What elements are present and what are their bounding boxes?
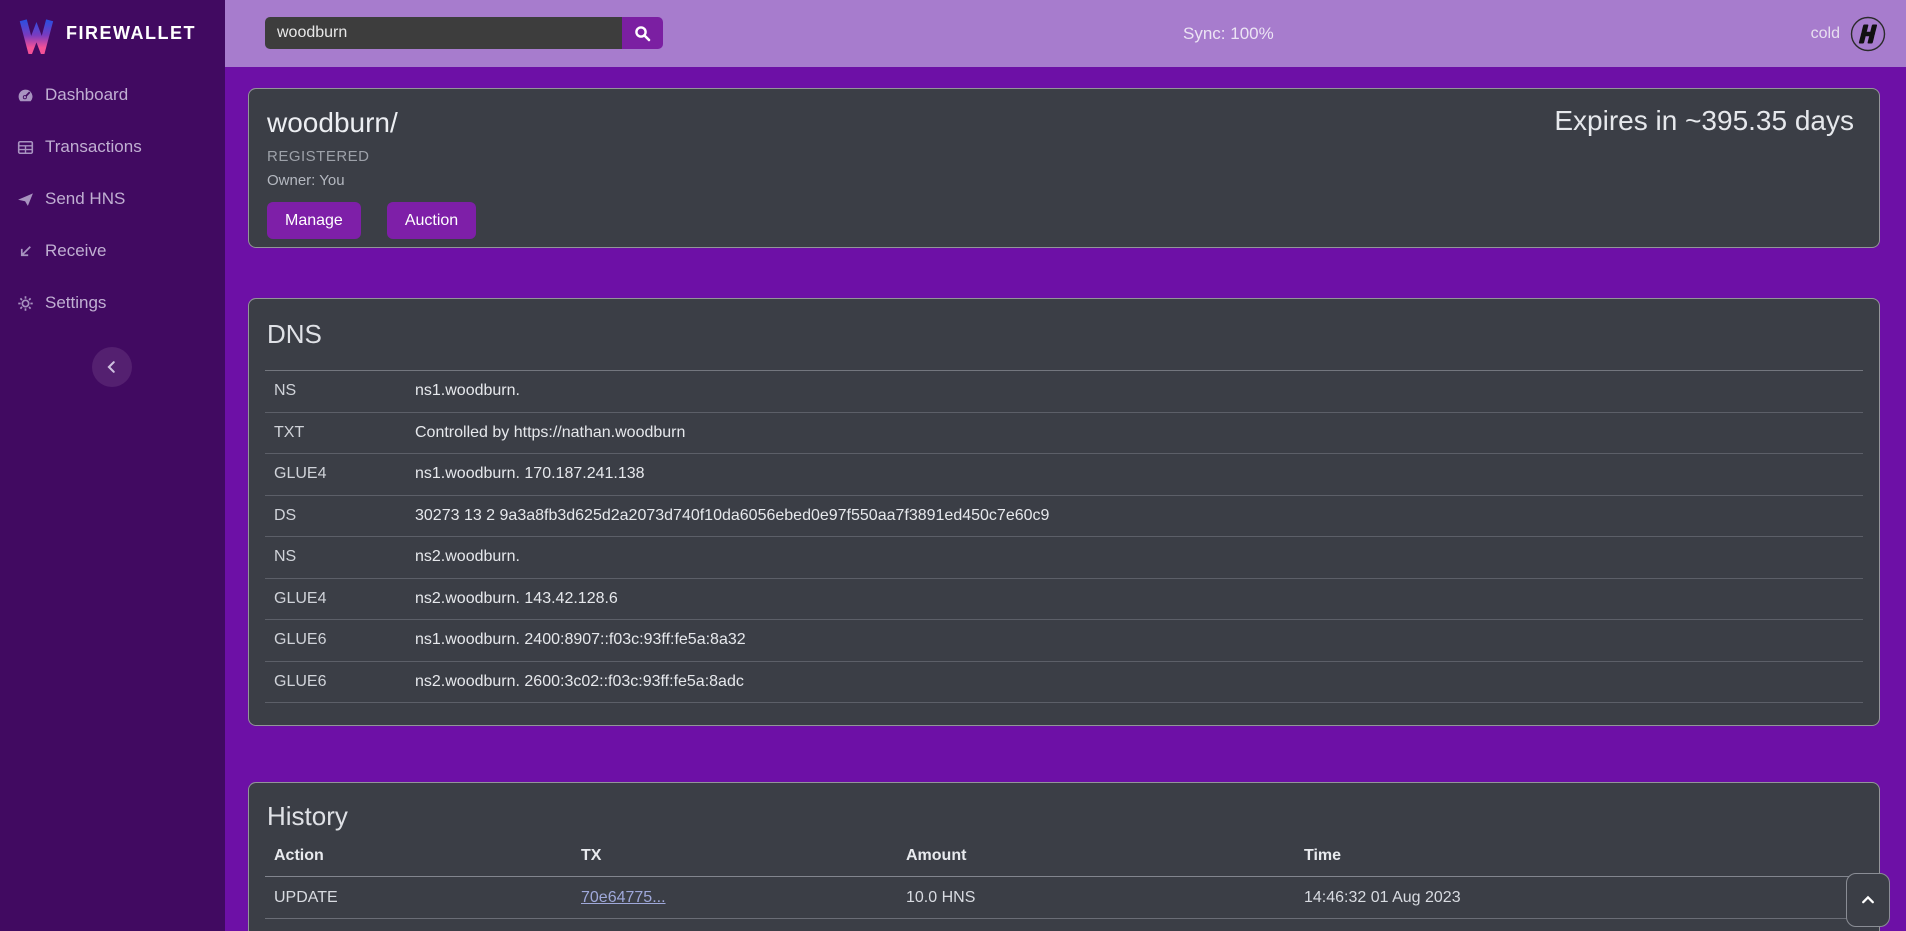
search-icon (634, 25, 651, 42)
domain-card: woodburn/ REGISTERED Owner: You Manage A… (248, 88, 1880, 248)
history-col-amount: Amount (897, 847, 1295, 865)
dns-record-value: ns2.woodburn. 2600:3c02::f03c:93ff:fe5a:… (415, 673, 1863, 691)
dns-record-type: GLUE6 (265, 673, 415, 691)
app-brand: FIREWALLET (0, 0, 225, 67)
scroll-to-top-button[interactable] (1846, 873, 1890, 927)
dns-record-row: GLUE4 ns1.woodburn. 170.187.241.138 (265, 454, 1863, 496)
dns-record-type: GLUE4 (265, 590, 415, 608)
hns-logo-icon (1850, 16, 1886, 52)
dns-record-type: GLUE6 (265, 631, 415, 649)
dns-record-value: ns1.woodburn. 2400:8907::f03c:93ff:fe5a:… (415, 631, 1863, 649)
dns-section-title: DNS (265, 319, 1863, 350)
sidebar-item-label: Dashboard (45, 85, 128, 105)
dns-record-type: DS (265, 507, 415, 525)
domain-owner-label: Owner: You (267, 172, 1861, 189)
dns-record-value: 30273 13 2 9a3a8fb3d625d2a2073d740f10da6… (415, 507, 1863, 525)
domain-actions: Manage Auction (267, 202, 1861, 239)
dns-table: NS ns1.woodburn. TXT Controlled by https… (265, 370, 1863, 703)
search-input[interactable] (265, 17, 622, 49)
app-title: FIREWALLET (66, 23, 196, 44)
sidebar-item-dashboard[interactable]: Dashboard (0, 69, 225, 121)
history-table: Action TX Amount Time UPDATE 70e64775...… (265, 836, 1863, 931)
sidebar-item-transactions[interactable]: Transactions (0, 121, 225, 173)
sidebar-item-label: Receive (45, 241, 106, 261)
history-row: RENEW 47be6d18... 10.0 HNS 15:15:32 07 J… (265, 919, 1863, 931)
dns-record-value: ns2.woodburn. (415, 548, 1863, 566)
dns-record-row: NS ns1.woodburn. (265, 371, 1863, 413)
search-bar (265, 17, 663, 49)
dns-record-value: ns1.woodburn. (415, 382, 1863, 400)
history-time: 14:46:32 01 Aug 2023 (1295, 889, 1863, 907)
sidebar-item-send-hns[interactable]: Send HNS (0, 173, 225, 225)
chevron-up-icon (1861, 893, 1875, 907)
sidebar-item-label: Settings (45, 293, 106, 313)
main-content: woodburn/ REGISTERED Owner: You Manage A… (225, 67, 1906, 931)
dns-record-value: ns2.woodburn. 143.42.128.6 (415, 590, 1863, 608)
sidebar: FIREWALLET Dashboard Transactions Send H… (0, 0, 225, 931)
history-section-title: History (265, 801, 1863, 832)
dns-record-value: Controlled by https://nathan.woodburn (415, 424, 1863, 442)
dns-record-row: GLUE4 ns2.woodburn. 143.42.128.6 (265, 579, 1863, 621)
sidebar-item-label: Send HNS (45, 189, 125, 209)
history-card: History Action TX Amount Time UPDATE 70e… (248, 782, 1880, 931)
tx-link[interactable]: 70e64775... (572, 889, 897, 907)
sidebar-item-label: Transactions (45, 137, 142, 157)
sidebar-nav: Dashboard Transactions Send HNS Receive (0, 69, 225, 329)
paper-plane-icon (17, 191, 34, 208)
chevron-left-icon (105, 360, 119, 374)
dns-record-row: DS 30273 13 2 9a3a8fb3d625d2a2073d740f10… (265, 496, 1863, 538)
dns-record-type: TXT (265, 424, 415, 442)
history-col-action: Action (265, 847, 572, 865)
dns-record-row: GLUE6 ns2.woodburn. 2600:3c02::f03c:93ff… (265, 662, 1863, 704)
history-row: UPDATE 70e64775... 10.0 HNS 14:46:32 01 … (265, 877, 1863, 919)
history-amount: 10.0 HNS (897, 889, 1295, 907)
wallet-selector[interactable]: cold (1811, 0, 1886, 67)
manage-button[interactable]: Manage (267, 202, 361, 239)
dns-record-row: TXT Controlled by https://nathan.woodbur… (265, 413, 1863, 455)
dns-card: DNS NS ns1.woodburn. TXT Controlled by h… (248, 298, 1880, 726)
domain-status-badge: REGISTERED (267, 148, 1861, 165)
table-icon (17, 139, 34, 156)
expires-label: Expires in ~395.35 days (1554, 105, 1854, 137)
search-button[interactable] (622, 17, 663, 49)
topbar: Sync: 100% cold (225, 0, 1906, 67)
dns-record-type: NS (265, 548, 415, 566)
firewallet-logo-icon (16, 14, 56, 54)
dashboard-gauge-icon (17, 87, 34, 104)
dns-record-type: NS (265, 382, 415, 400)
auction-button[interactable]: Auction (387, 202, 476, 239)
wallet-name: cold (1811, 25, 1840, 43)
dns-record-row: NS ns2.woodburn. (265, 537, 1863, 579)
history-col-time: Time (1295, 847, 1863, 865)
sidebar-collapse-button[interactable] (92, 347, 132, 387)
dns-record-type: GLUE4 (265, 465, 415, 483)
gear-icon (17, 295, 34, 312)
sidebar-item-settings[interactable]: Settings (0, 277, 225, 329)
dns-record-value: ns1.woodburn. 170.187.241.138 (415, 465, 1863, 483)
arrow-down-left-icon (17, 243, 34, 260)
history-action: UPDATE (265, 889, 572, 907)
dns-record-row: GLUE6 ns1.woodburn. 2400:8907::f03c:93ff… (265, 620, 1863, 662)
history-col-tx: TX (572, 847, 897, 865)
sidebar-item-receive[interactable]: Receive (0, 225, 225, 277)
history-header-row: Action TX Amount Time (265, 836, 1863, 877)
sync-status: Sync: 100% (1183, 0, 1274, 67)
